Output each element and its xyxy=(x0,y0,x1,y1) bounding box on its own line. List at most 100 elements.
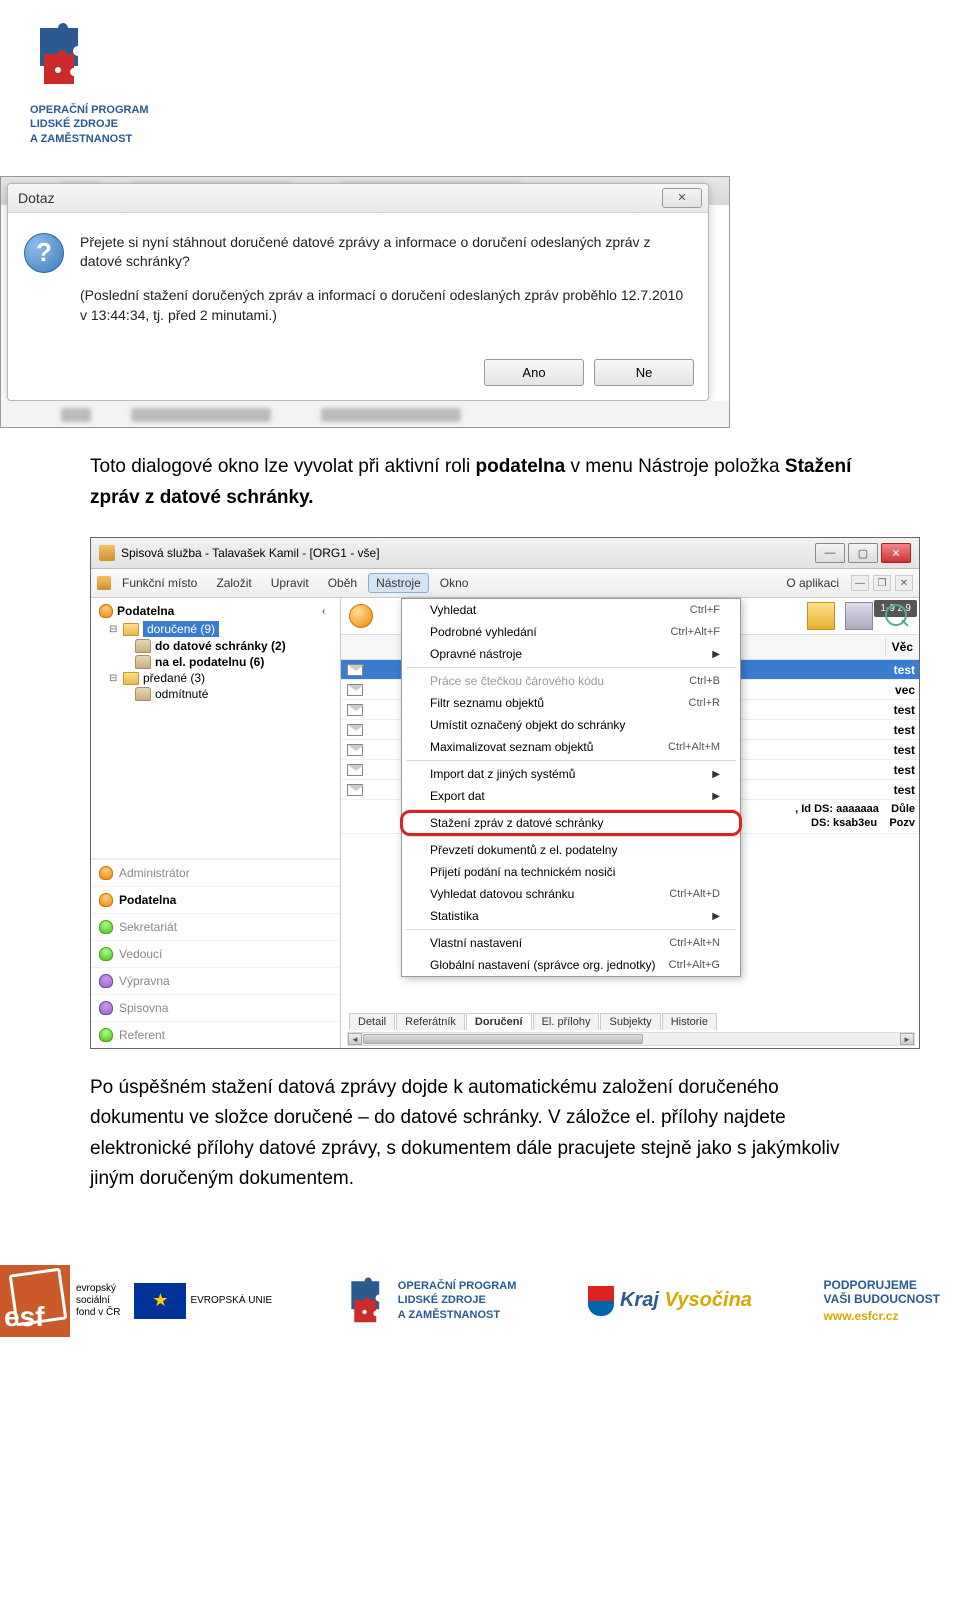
app-titlebar: Spisová služba - Talavašek Kamil - [ORG1… xyxy=(91,538,919,569)
menu-funkcni-misto[interactable]: Funkční místo xyxy=(114,573,205,593)
column-vec[interactable]: Věc xyxy=(885,638,919,656)
dropdown-item[interactable]: Statistika▶ xyxy=(402,905,740,927)
eu-logo-block: ★ EVROPSKÁ UNIE xyxy=(134,1283,272,1319)
role-vypravna[interactable]: Výpravna xyxy=(91,967,340,994)
mail-icon[interactable] xyxy=(807,602,835,630)
maximize-button[interactable]: ▢ xyxy=(848,543,878,563)
mdi-close[interactable]: ✕ xyxy=(895,575,913,591)
dropdown-item[interactable]: Vyhledat datovou schránkuCtrl+Alt+D xyxy=(402,883,740,905)
detail-tabs: Detail Referátník Doručení El. přílohy S… xyxy=(349,1013,717,1030)
tab-historie[interactable]: Historie xyxy=(662,1013,717,1030)
tree-root[interactable]: Podatelna ‹ xyxy=(95,602,336,620)
dropdown-item[interactable]: Podrobné vyhledáníCtrl+Alt+F xyxy=(402,621,740,643)
minimize-button[interactable]: — xyxy=(815,543,845,563)
user-avatar-icon[interactable] xyxy=(349,604,373,628)
dialog-title: Dotaz xyxy=(18,190,55,206)
tab-referatnik[interactable]: Referátník xyxy=(396,1013,465,1030)
dropdown-item[interactable]: VyhledatCtrl+F xyxy=(402,599,740,621)
app-screenshot: Spisová služba - Talavašek Kamil - [ORG1… xyxy=(90,537,920,1049)
menu-zalozit[interactable]: Založit xyxy=(208,573,259,593)
question-icon: ? xyxy=(24,233,64,273)
dialog-titlebar: Dotaz ✕ xyxy=(8,184,708,213)
menu-nastroje[interactable]: Nástroje xyxy=(368,573,429,593)
no-button[interactable]: Ne xyxy=(594,359,694,386)
main-area: 1-9 z 9 Věc test vec test test test test… xyxy=(341,598,919,1048)
yes-button[interactable]: Ano xyxy=(484,359,584,386)
role-spisovna[interactable]: Spisovna xyxy=(91,994,340,1021)
role-referent[interactable]: Referent xyxy=(91,1021,340,1048)
search-icon[interactable] xyxy=(883,602,911,630)
tab-el-prilohy[interactable]: El. přílohy xyxy=(533,1013,600,1030)
print-icon[interactable] xyxy=(845,602,873,630)
role-list: Administrátor Podatelna Sekretariát Vedo… xyxy=(91,858,340,1048)
app-title: Spisová služba - Talavašek Kamil - [ORG1… xyxy=(121,546,380,560)
envelope-icon xyxy=(347,744,363,756)
dropdown-item: Práce se čtečkou čárového kóduCtrl+B xyxy=(402,670,740,692)
tree-node-odmitnute[interactable]: odmítnuté xyxy=(95,686,336,702)
user-icon xyxy=(99,604,113,618)
esf-logo: esf xyxy=(0,1265,70,1337)
menu-obeh[interactable]: Oběh xyxy=(320,573,365,593)
folder-icon xyxy=(123,623,139,636)
mdi-restore[interactable]: ❐ xyxy=(873,575,891,591)
dropdown-item[interactable]: Přijetí podání na technickém nosiči xyxy=(402,861,740,883)
folder-tree: Podatelna ‹ ⊟ doručené (9) do datové sch… xyxy=(91,598,340,858)
close-button[interactable]: ✕ xyxy=(881,543,911,563)
esf-logo-block: esf evropský sociální fond v ČR xyxy=(0,1265,120,1337)
scroll-right-button[interactable]: ► xyxy=(900,1033,914,1045)
menu-o-aplikaci[interactable]: O aplikaci xyxy=(778,573,847,593)
dialog-message: Přejete si nyní stáhnout doručené datové… xyxy=(80,233,692,339)
tools-dropdown: VyhledatCtrl+FPodrobné vyhledáníCtrl+Alt… xyxy=(401,598,741,977)
puzzle-icon xyxy=(30,20,90,95)
menu-upravit[interactable]: Upravit xyxy=(263,573,317,593)
tree-node-predane[interactable]: ⊟ předané (3) xyxy=(95,670,336,686)
close-icon: ✕ xyxy=(677,191,686,204)
dialog-window: Dotaz ✕ ? Přejete si nyní stáhnout doruč… xyxy=(7,183,709,401)
op-logo-block: OPERAČNÍ PROGRAM LIDSKÉ ZDROJE A ZAMĚSTN… xyxy=(344,1273,517,1329)
role-podatelna[interactable]: Podatelna xyxy=(91,886,340,913)
eu-flag-icon: ★ xyxy=(134,1283,186,1319)
tree-node-dorucene[interactable]: ⊟ doručené (9) xyxy=(95,620,336,638)
tree-node-na-el[interactable]: na el. podatelnu (6) xyxy=(95,654,336,670)
footer-logos: esf evropský sociální fond v ČR ★ EVROPS… xyxy=(0,1255,960,1357)
menu-app-icon xyxy=(97,576,111,590)
envelope-icon xyxy=(347,704,363,716)
paragraph-2: Po úspěšném stažení datová zprávy dojde … xyxy=(90,1073,870,1195)
envelope-icon xyxy=(347,684,363,696)
scroll-left-button[interactable]: ◄ xyxy=(348,1033,362,1045)
role-sekretariat[interactable]: Sekretariát xyxy=(91,913,340,940)
role-vedouci[interactable]: Vedoucí xyxy=(91,940,340,967)
menu-okno[interactable]: Okno xyxy=(432,573,477,593)
sidebar: Podatelna ‹ ⊟ doručené (9) do datové sch… xyxy=(91,598,341,1048)
envelope-icon xyxy=(347,664,363,676)
tree-node-do-ds[interactable]: do datové schránky (2) xyxy=(95,638,336,654)
dialog-close-button[interactable]: ✕ xyxy=(662,188,702,208)
envelope-icon xyxy=(347,724,363,736)
hand-icon xyxy=(135,655,151,669)
dropdown-item[interactable]: Umístit označený objekt do schránky xyxy=(402,714,740,736)
envelope-icon xyxy=(347,784,363,796)
puzzle-icon xyxy=(344,1273,388,1329)
horizontal-scrollbar[interactable]: ◄ ► xyxy=(347,1032,915,1046)
tab-subjekty[interactable]: Subjekty xyxy=(600,1013,660,1030)
kraj-shield-icon xyxy=(588,1286,614,1316)
dropdown-item[interactable]: Export dat▶ xyxy=(402,785,740,807)
dropdown-item[interactable]: Vlastní nastaveníCtrl+Alt+N xyxy=(402,932,740,954)
dropdown-item[interactable]: Globální nastavení (správce org. jednotk… xyxy=(402,954,740,976)
header-logo: OPERAČNÍ PROGRAM LIDSKÉ ZDROJE A ZAMĚSTN… xyxy=(0,0,960,156)
dropdown-item[interactable]: Opravné nástroje▶ xyxy=(402,643,740,665)
dropdown-item[interactable]: Maximalizovat seznam objektůCtrl+Alt+M xyxy=(402,736,740,758)
dropdown-item[interactable]: Převzetí dokumentů z el. podatelny xyxy=(402,839,740,861)
tab-doruceni[interactable]: Doručení xyxy=(466,1013,532,1030)
role-administrator[interactable]: Administrátor xyxy=(91,859,340,886)
dropdown-item[interactable]: Import dat z jiných systémů▶ xyxy=(402,763,740,785)
podporujeme-block: PODPORUJEME VAŠI BUDOUCNOST www.esfcr.cz xyxy=(824,1278,940,1323)
dialog-screenshot: Dotaz ✕ ? Přejete si nyní stáhnout doruč… xyxy=(0,176,730,428)
dropdown-item[interactable]: Filtr seznamu objektůCtrl+R xyxy=(402,692,740,714)
dropdown-item[interactable]: Stažení zpráv z datové schránky xyxy=(402,812,740,834)
kraj-logo-block: Kraj Vysočina xyxy=(588,1286,752,1316)
hand-icon xyxy=(135,687,151,701)
scroll-thumb[interactable] xyxy=(363,1034,643,1044)
tab-detail[interactable]: Detail xyxy=(349,1013,395,1030)
mdi-minimize[interactable]: — xyxy=(851,575,869,591)
